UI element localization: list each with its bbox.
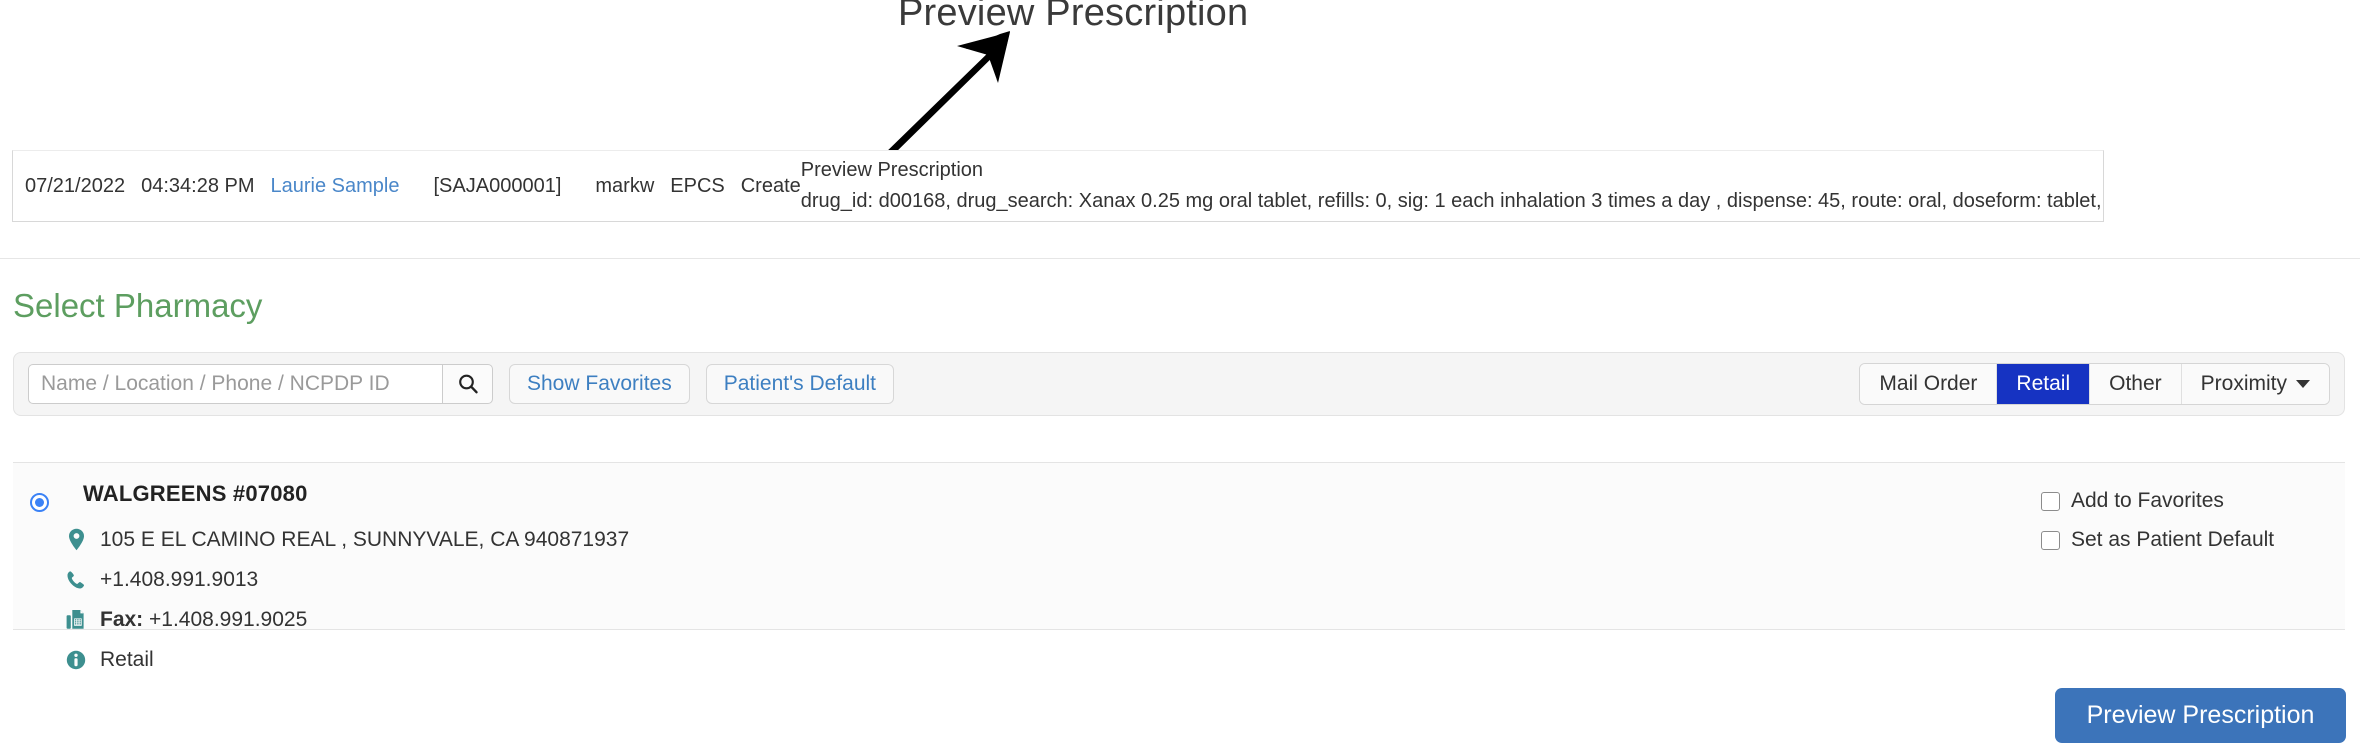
page-title: Select Pharmacy xyxy=(13,287,263,324)
proximity-label: Proximity xyxy=(2200,372,2287,395)
audit-event-title: Preview Prescription xyxy=(800,159,984,181)
info-circle-icon xyxy=(65,650,87,670)
add-to-favorites-label: Add to Favorites xyxy=(2071,489,2224,512)
patient-name-link[interactable]: Laurie Sample xyxy=(271,175,400,198)
chevron-down-icon xyxy=(2296,380,2310,388)
patient-id: [SAJA000001] xyxy=(433,174,562,197)
preview-prescription-button[interactable]: Preview Prescription xyxy=(2055,688,2346,743)
audit-row-meta: 07/21/2022 04:34:28 PM Laurie Sample [SA… xyxy=(13,175,801,198)
audit-category: EPCS xyxy=(670,174,725,197)
search-button[interactable] xyxy=(442,364,493,404)
pharmacy-address: 105 E EL CAMINO REAL , SUNNYVALE, CA 940… xyxy=(100,527,630,551)
patients-default-button[interactable]: Patient's Default xyxy=(705,364,894,404)
audit-log-table: 07/21/2022 04:34:28 PM Laurie Sample [SA… xyxy=(12,150,2104,222)
pharmacy-type-toggle-group: Mail Order Retail Other Proximity xyxy=(1859,363,2330,405)
phone-icon xyxy=(65,570,87,590)
pharmacy-select-col xyxy=(13,481,65,512)
toggle-mail-order[interactable]: Mail Order xyxy=(1860,364,1998,404)
pharmacy-details: WALGREENS #07080 105 E EL CAMINO REAL , … xyxy=(65,481,2041,685)
add-to-favorites-checkbox[interactable] xyxy=(2041,491,2060,511)
table-row: 07/21/2022 04:34:28 PM Laurie Sample [SA… xyxy=(13,151,2103,221)
pharmacy-filter-bar: Show Favorites Patient's Default Mail Or… xyxy=(13,352,2345,416)
pharmacy-result-row[interactable]: WALGREENS #07080 105 E EL CAMINO REAL , … xyxy=(13,462,2345,671)
search-icon xyxy=(458,374,478,394)
pharmacy-phone-line: +1.408.991.9013 xyxy=(65,565,2041,594)
annotation-label: Preview Prescription xyxy=(898,0,1249,34)
set-as-patient-default-label: Set as Patient Default xyxy=(2071,528,2275,551)
search-input[interactable] xyxy=(28,364,442,404)
toggle-retail[interactable]: Retail xyxy=(1997,364,2091,404)
audit-user: markw xyxy=(595,174,655,197)
pharmacy-name: WALGREENS #07080 xyxy=(83,481,308,506)
pharmacy-search-group xyxy=(28,364,493,404)
toggle-other[interactable]: Other xyxy=(2090,364,2182,404)
arrow-up-right-icon xyxy=(880,31,1010,163)
add-to-favorites-checkbox-row[interactable]: Add to Favorites xyxy=(2041,489,2341,513)
set-as-patient-default-checkbox-row[interactable]: Set as Patient Default xyxy=(2041,528,2341,552)
proximity-dropdown[interactable]: Proximity xyxy=(2181,364,2329,404)
pharmacy-fax-line: Fax: +1.408.991.9025 xyxy=(65,605,2041,634)
pharmacy-fax-label: Fax: xyxy=(100,607,144,631)
audit-event-detail: drug_id: d00168, drug_search: Xanax 0.25… xyxy=(800,190,2103,212)
show-favorites-button[interactable]: Show Favorites xyxy=(509,364,690,404)
pharmacy-fax: +1.408.991.9025 xyxy=(149,607,308,631)
audit-date: 07/21/2022 xyxy=(25,174,126,197)
audit-action: Create xyxy=(740,174,801,197)
pharmacy-phone: +1.408.991.9013 xyxy=(100,567,259,591)
pharmacy-type-line: Retail xyxy=(65,645,2041,674)
audit-row-event: Preview Prescription drug_id: d00168, dr… xyxy=(801,159,2103,213)
fax-icon xyxy=(65,609,87,630)
section-divider xyxy=(0,258,2360,259)
audit-time: 04:34:28 PM xyxy=(141,174,255,197)
map-pin-icon xyxy=(65,528,87,551)
pharmacy-type: Retail xyxy=(100,647,154,671)
pharmacy-radio[interactable] xyxy=(29,493,49,512)
pharmacy-options: Add to Favorites Set as Patient Default xyxy=(2041,481,2345,552)
pharmacy-address-line: 105 E EL CAMINO REAL , SUNNYVALE, CA 940… xyxy=(65,525,2041,554)
set-as-patient-default-checkbox[interactable] xyxy=(2041,530,2060,550)
